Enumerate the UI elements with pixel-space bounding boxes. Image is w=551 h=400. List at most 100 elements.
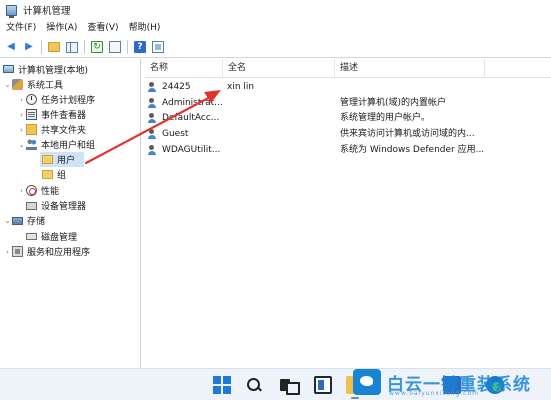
menu-help[interactable]: 帮助(H) — [124, 20, 166, 37]
toolbar-separator — [41, 40, 42, 54]
event-log-icon — [26, 109, 37, 120]
tree-label: 设备管理器 — [41, 202, 87, 212]
menu-action[interactable]: 操作(A) — [41, 20, 82, 37]
disk-icon — [26, 233, 37, 240]
chevron-down-icon[interactable]: ⌄ — [3, 81, 12, 89]
user-icon — [148, 113, 159, 124]
search-icon[interactable] — [245, 376, 263, 394]
window-title: 计算机管理 — [23, 6, 71, 17]
column-header-name[interactable]: 名称 — [145, 59, 223, 78]
tree-item-groups[interactable]: 组 — [40, 167, 66, 182]
list-item[interactable]: WDAGUtilit... 系统为 Windows Defender 应用... — [145, 143, 551, 158]
toolbar-separator — [84, 40, 85, 54]
user-icon — [148, 145, 159, 156]
chevron-right-icon[interactable]: › — [17, 111, 26, 119]
tree-item-task-scheduler[interactable]: › 任务计划程序 — [17, 92, 95, 107]
list-item[interactable]: Guest 供来宾访问计算机或访问域的内... — [145, 127, 551, 142]
tree-label: 用户 — [57, 156, 76, 166]
tools-icon — [12, 79, 23, 90]
export-list-icon[interactable] — [108, 40, 122, 54]
chevron-right-icon[interactable]: › — [17, 187, 26, 195]
user-icon — [148, 82, 159, 93]
menu-file[interactable]: 文件(F) — [0, 20, 41, 37]
tree-label: 存储 — [27, 217, 46, 227]
forward-arrow-icon[interactable]: ▶ — [22, 40, 36, 54]
column-header-fullname[interactable]: 全名 — [223, 59, 335, 78]
up-folder-icon[interactable] — [47, 40, 61, 54]
computer-icon — [3, 64, 14, 73]
tree-item-device-manager[interactable]: 设备管理器 — [26, 198, 86, 213]
tree-item-system-tools[interactable]: ⌄ 系统工具 — [3, 77, 63, 92]
list-header: 名称 全名 描述 — [145, 59, 551, 78]
performance-icon — [26, 185, 37, 196]
user-name: 24425 — [162, 82, 191, 92]
chevron-down-icon[interactable]: ⌄ — [17, 141, 26, 149]
user-icon — [148, 98, 159, 109]
user-description: 管理计算机(域)的内置帐户 — [340, 98, 447, 108]
device-manager-icon — [26, 201, 37, 210]
user-name: DefaultAcc... — [162, 113, 220, 123]
tree-item-event-viewer[interactable]: › 事件查看器 — [17, 107, 86, 122]
chevron-right-icon[interactable]: › — [17, 126, 26, 134]
refresh-icon[interactable]: ↻ — [90, 40, 104, 54]
task-view-icon[interactable] — [279, 376, 300, 395]
folder-icon — [42, 155, 53, 164]
tree-item-storage[interactable]: ⌄ 存储 — [3, 213, 45, 228]
user-description — [340, 80, 550, 95]
menu-bar: 文件(F) 操作(A) 查看(V) 帮助(H) — [0, 20, 551, 37]
widgets-icon[interactable] — [314, 376, 332, 394]
tree-label: 本地用户和组 — [41, 141, 96, 151]
shared-folder-icon — [26, 124, 37, 135]
clock-icon — [26, 94, 37, 105]
tree-label: 性能 — [41, 187, 60, 197]
watermark-url: www.baiyunxitong.com — [389, 390, 479, 397]
toolbar: ◀ ▶ ↻ ? — [0, 37, 551, 58]
list-item[interactable]: DefaultAcc... 系统管理的用户帐户。 — [145, 111, 551, 126]
users-icon — [26, 139, 37, 150]
title-bar: 计算机管理 — [0, 0, 551, 20]
user-fullname — [227, 111, 333, 126]
tree-item-users[interactable]: 用户 — [40, 152, 84, 167]
show-hide-tree-icon[interactable] — [65, 40, 79, 54]
help-icon[interactable]: ? — [133, 40, 147, 54]
user-name: WDAGUtilit... — [162, 145, 221, 155]
user-icon — [148, 129, 159, 140]
tree-label: 计算机管理(本地) — [18, 66, 89, 76]
user-fullname — [227, 143, 333, 158]
menu-view[interactable]: 查看(V) — [82, 20, 123, 37]
tree-label: 磁盘管理 — [41, 233, 78, 243]
tree-label: 事件查看器 — [41, 111, 87, 121]
toolbar-separator — [127, 40, 128, 54]
user-fullname: xin lin — [227, 82, 255, 92]
user-name: Administrat... — [162, 98, 222, 108]
back-arrow-icon[interactable]: ◀ — [4, 40, 18, 54]
user-fullname — [227, 127, 333, 142]
user-description: 系统为 Windows Defender 应用... — [340, 145, 485, 155]
windows-start-icon[interactable] — [213, 376, 231, 394]
tree-label: 共享文件夹 — [41, 126, 87, 136]
navigation-tree: 计算机管理(本地) ⌄ 系统工具 › 任务计划程序 › 事件查看器 › 共享文件… — [0, 59, 141, 368]
tree-label: 组 — [57, 171, 67, 181]
chevron-down-icon[interactable]: ⌄ — [3, 217, 12, 225]
list-item[interactable]: 24425 xin lin — [145, 80, 551, 95]
user-fullname — [227, 96, 333, 111]
tree-label: 系统工具 — [27, 81, 64, 91]
tree-item-shared-folders[interactable]: › 共享文件夹 — [17, 122, 86, 137]
list-item[interactable]: Administrat... 管理计算机(域)的内置帐户 — [145, 96, 551, 111]
chevron-right-icon[interactable]: › — [17, 96, 26, 104]
storage-icon — [12, 216, 23, 225]
computer-management-icon — [6, 4, 17, 18]
view-icon[interactable] — [151, 40, 165, 54]
tree-item-root[interactable]: 计算机管理(本地) — [3, 62, 88, 77]
tree-item-services-apps[interactable]: › 服务和应用程序 — [3, 244, 90, 259]
services-icon — [12, 246, 23, 257]
user-name: Guest — [162, 129, 189, 139]
tree-label: 任务计划程序 — [41, 96, 96, 106]
column-header-description[interactable]: 描述 — [335, 59, 485, 78]
chevron-right-icon[interactable]: › — [3, 248, 12, 256]
tree-item-disk-management[interactable]: 磁盘管理 — [26, 229, 77, 244]
tree-item-local-users-groups[interactable]: ⌄ 本地用户和组 — [17, 137, 95, 152]
tree-label: 服务和应用程序 — [27, 248, 91, 258]
tree-item-performance[interactable]: › 性能 — [17, 183, 59, 198]
user-description: 供来宾访问计算机或访问域的内... — [340, 129, 475, 139]
